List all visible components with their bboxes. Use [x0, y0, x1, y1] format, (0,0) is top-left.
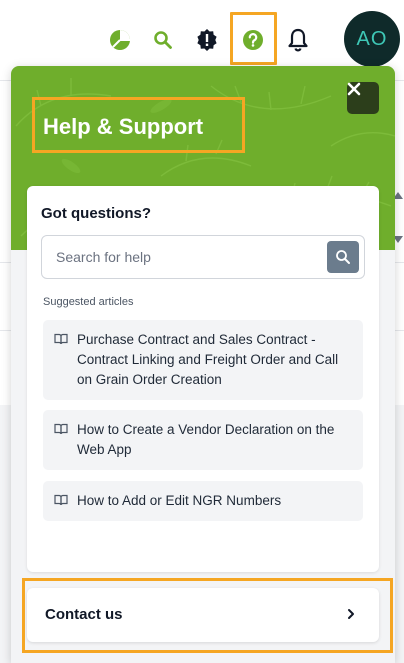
- help-card: Got questions? Suggested articles Purcha…: [27, 186, 379, 572]
- help-search-input[interactable]: [42, 236, 322, 278]
- search-icon: [336, 250, 350, 264]
- suggested-articles-heading: Suggested articles: [43, 296, 134, 308]
- article-item[interactable]: How to Add or Edit NGR Numbers: [43, 481, 363, 521]
- card-heading: Got questions?: [41, 205, 151, 222]
- article-title: Purchase Contract and Sales Contract - C…: [77, 332, 339, 387]
- article-title: How to Add or Edit NGR Numbers: [77, 493, 282, 508]
- search-icon[interactable]: [150, 27, 176, 53]
- book-icon: [54, 333, 68, 345]
- article-item[interactable]: Purchase Contract and Sales Contract - C…: [43, 320, 363, 400]
- help-highlight-frame: [230, 12, 277, 65]
- book-icon: [54, 423, 68, 435]
- bell-icon[interactable]: [285, 27, 311, 53]
- contact-highlight-frame: [22, 578, 393, 653]
- avatar[interactable]: AO: [344, 11, 400, 67]
- avatar-initials: AO: [356, 27, 388, 50]
- close-icon: [347, 82, 361, 96]
- help-support-panel: Help & Support Got questions? Suggested …: [11, 66, 395, 663]
- search-button[interactable]: [327, 241, 359, 273]
- book-icon: [54, 494, 68, 506]
- article-item[interactable]: How to Create a Vendor Declaration on th…: [43, 410, 363, 470]
- title-highlight-frame: [32, 97, 245, 153]
- alert-badge-icon[interactable]: [194, 27, 220, 53]
- close-button[interactable]: [347, 82, 379, 114]
- search-box: [41, 235, 365, 279]
- dashboard-pie-icon[interactable]: [107, 27, 133, 53]
- article-title: How to Create a Vendor Declaration on th…: [77, 422, 335, 457]
